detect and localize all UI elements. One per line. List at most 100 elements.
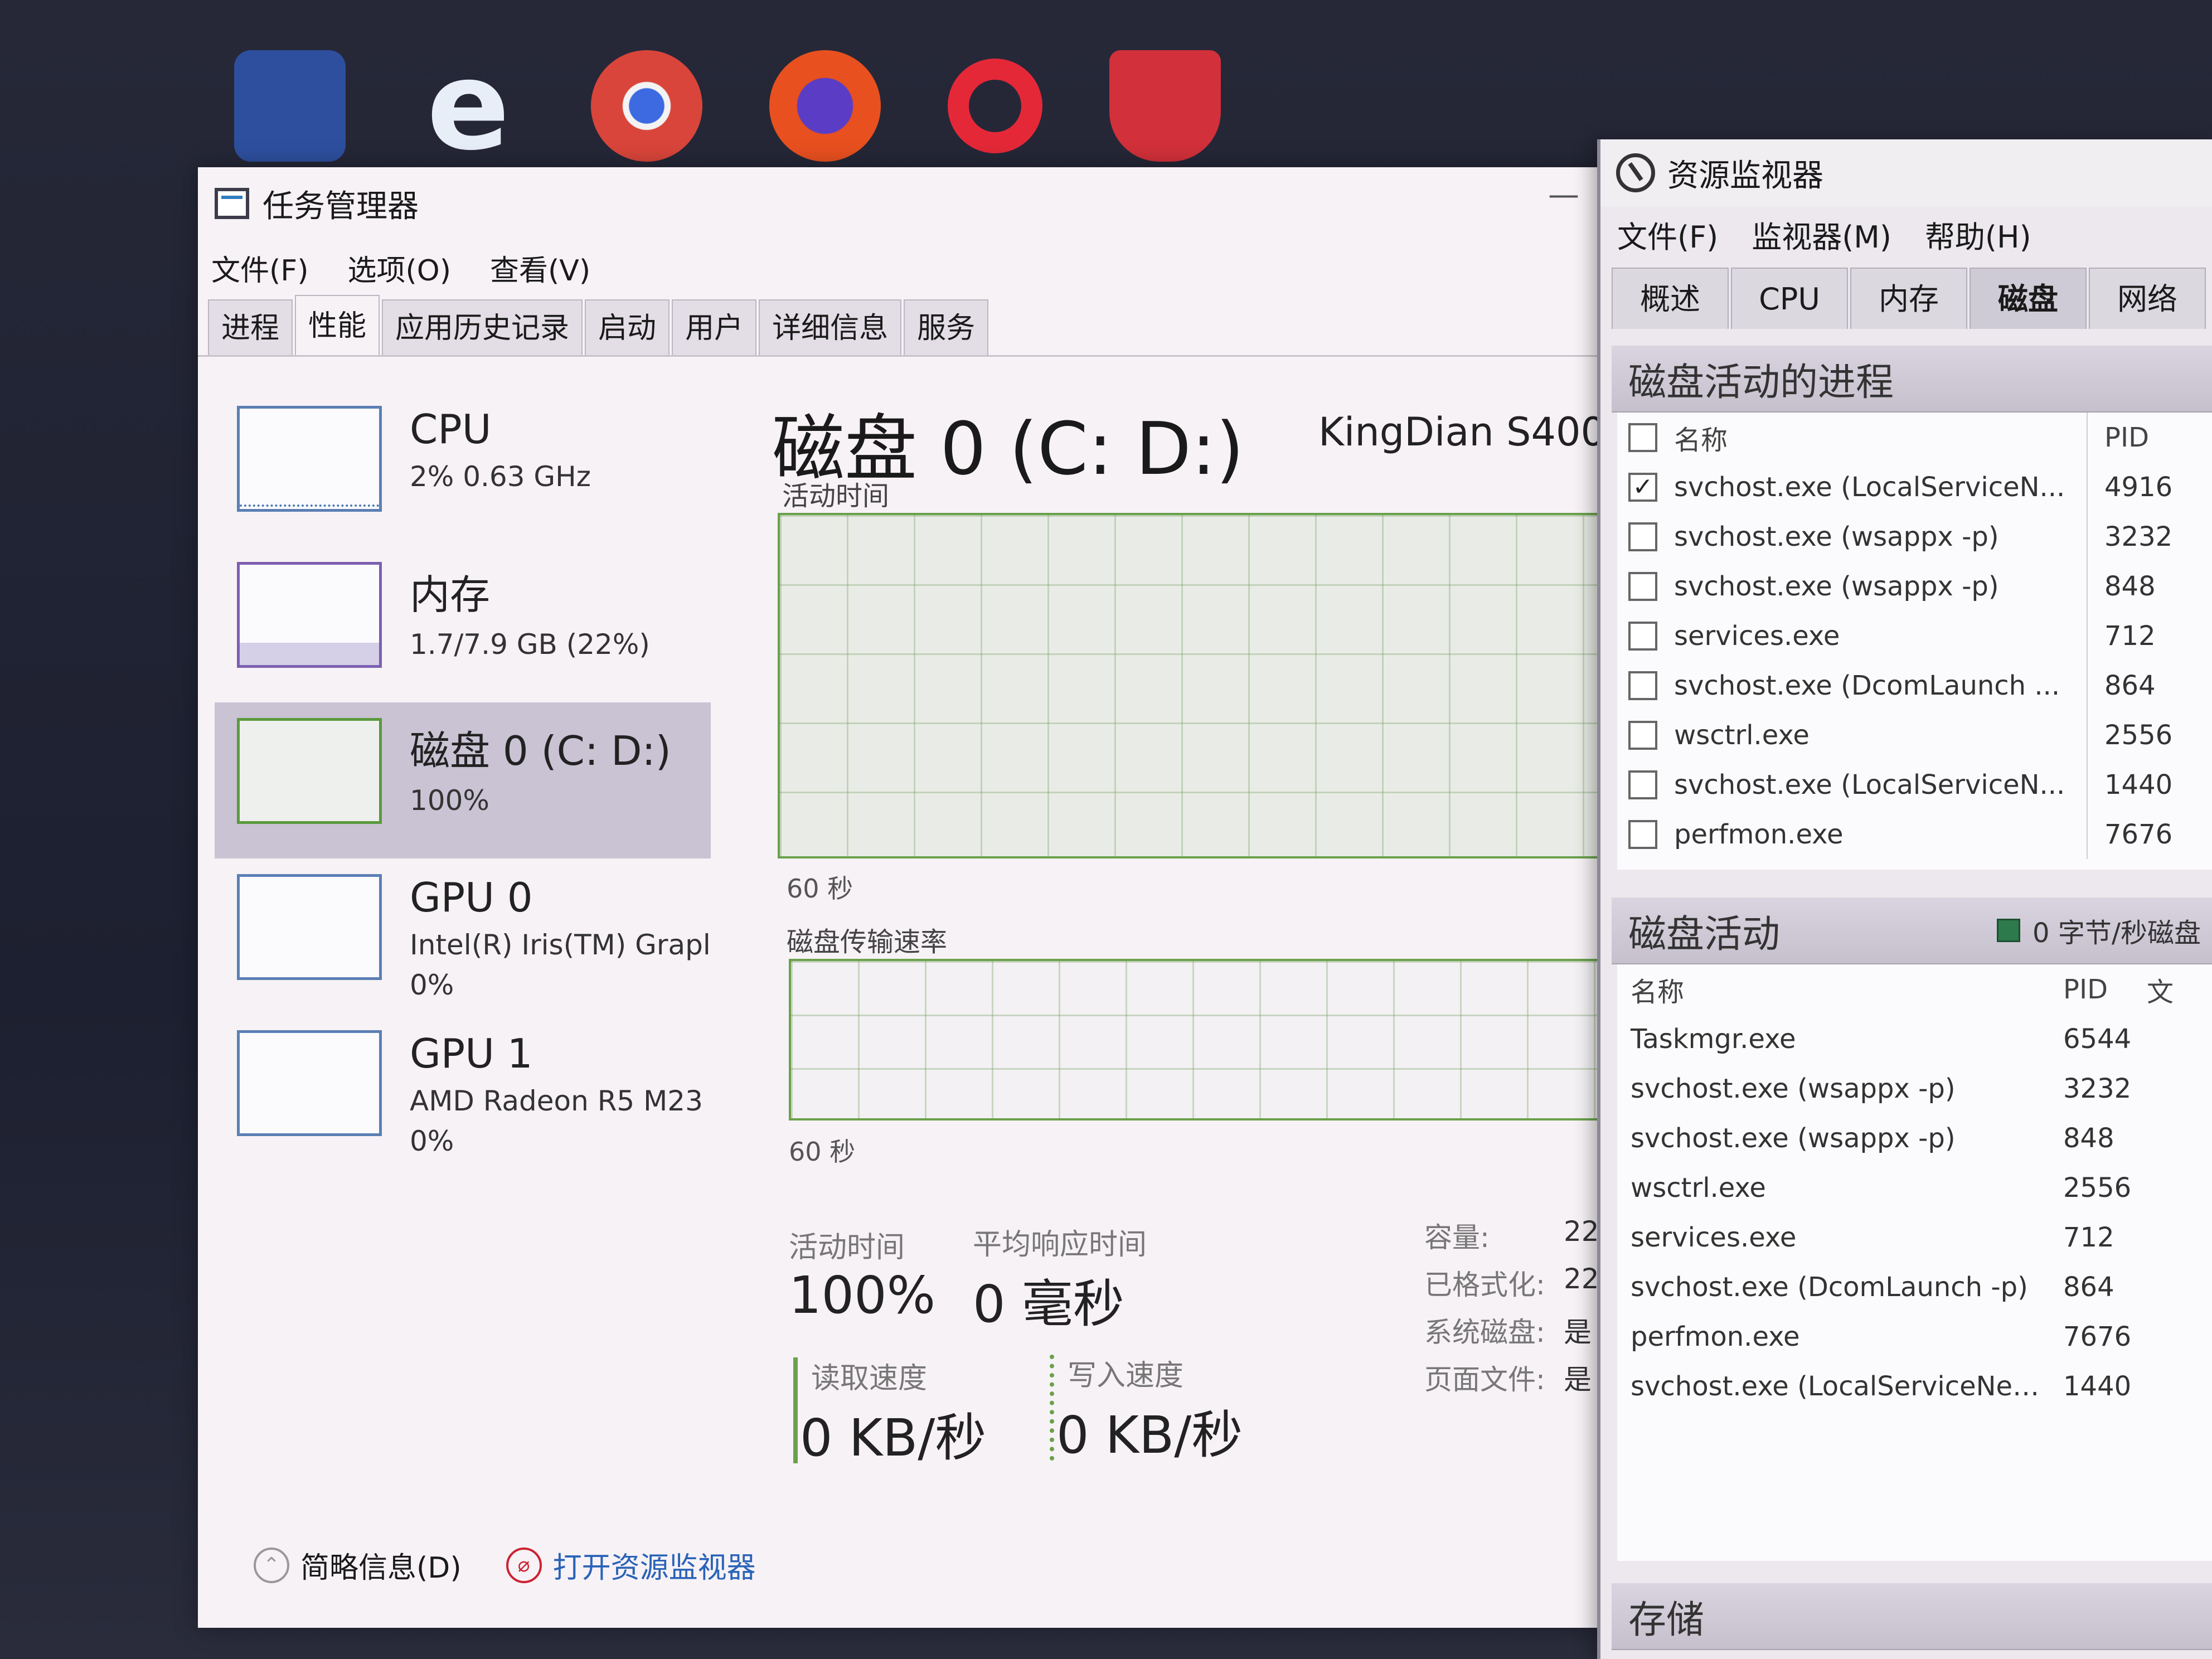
perf-item-cpu[interactable]: CPU 2% 0.63 GHz — [215, 390, 711, 546]
formatted-value: 22 — [1564, 1263, 1599, 1295]
menu-file[interactable]: 文件(F) — [211, 247, 309, 289]
row-checkbox[interactable] — [1628, 571, 1657, 601]
select-all-checkbox[interactable] — [1628, 423, 1657, 452]
process-pid: 1440 — [2063, 1370, 2132, 1402]
tab-services[interactable]: 服务 — [904, 299, 989, 355]
chevron-up-icon[interactable]: ⌃ — [254, 1547, 289, 1583]
column-header-pid[interactable]: PID — [2087, 413, 2187, 462]
tab-users[interactable]: 用户 — [672, 299, 757, 355]
tab-performance[interactable]: 性能 — [295, 295, 380, 355]
window-title: 资源监视器 — [1667, 157, 1823, 194]
tab-overview[interactable]: 概述 — [1612, 268, 1729, 329]
title-bar[interactable]: 资源监视器 — [1600, 139, 2212, 206]
shield-icon[interactable] — [1109, 50, 1221, 162]
legend-text: 0 字节/秒磁盘 — [2032, 918, 2201, 949]
table-row[interactable]: services.exe 712 — [1617, 611, 2212, 661]
tab-app-history[interactable]: 应用历史记录 — [382, 299, 583, 355]
title-bar[interactable]: 任务管理器 — — [198, 167, 1603, 240]
column-header-name[interactable]: 名称 — [1674, 418, 2087, 457]
resource-monitor-icon[interactable]: ⌀ — [506, 1547, 542, 1583]
table-row[interactable]: svchost.exe (wsappx -p) 848 — [1617, 1113, 2212, 1163]
table-row[interactable]: perfmon.exe 7676 — [1617, 809, 2212, 859]
row-checkbox[interactable] — [1628, 770, 1657, 799]
tab-network[interactable]: 网络 — [2089, 268, 2206, 329]
table-row[interactable]: Taskmgr.exe 6544 — [1617, 1014, 2212, 1064]
process-name: svchost.exe (wsappx -p) — [1674, 521, 1999, 552]
menu-file[interactable]: 文件(F) — [1617, 212, 1718, 256]
menu-options[interactable]: 选项(O) — [348, 247, 452, 289]
process-name: Taskmgr.exe — [1631, 1023, 1796, 1055]
gpu1-thumbnail-graph — [237, 1030, 382, 1136]
row-checkbox[interactable] — [1628, 720, 1657, 750]
table-row[interactable]: wsctrl.exe 2556 — [1617, 710, 2212, 760]
process-name: svchost.exe (wsappx -p) — [1631, 1073, 1956, 1104]
table-row[interactable]: svchost.exe (DcomLaunch ... 864 — [1617, 661, 2212, 710]
resource-monitor-window: 资源监视器 文件(F) 监视器(M) 帮助(H) 概述 CPU 内存 磁盘 网络… — [1597, 139, 2212, 1659]
tab-startup[interactable]: 启动 — [585, 299, 670, 355]
row-checkbox[interactable]: ✓ — [1628, 472, 1657, 502]
row-checkbox[interactable] — [1628, 621, 1657, 651]
process-pid: 712 — [2063, 1221, 2114, 1253]
process-name: svchost.exe (wsappx -p) — [1631, 1122, 1956, 1154]
row-checkbox[interactable] — [1628, 671, 1657, 700]
storage-section-header[interactable]: 存储 — [1612, 1583, 2212, 1650]
disk-activity-table: 名称 PID 文 Taskmgr.exe 6544 svchost.exe (ws… — [1617, 964, 2212, 1561]
menu-help[interactable]: 帮助(H) — [1925, 212, 2031, 256]
tab-cpu[interactable]: CPU — [1731, 268, 1848, 329]
menu-monitor[interactable]: 监视器(M) — [1752, 212, 1891, 256]
processes-section-header[interactable]: 磁盘活动的进程 — [1612, 346, 2212, 413]
column-header-pid[interactable]: PID — [2046, 964, 2147, 1014]
edge-icon[interactable]: e — [413, 35, 524, 177]
table-row[interactable]: ✓ svchost.exe (LocalServiceN... 4916 — [1617, 462, 2212, 512]
opera-icon[interactable] — [948, 59, 1042, 153]
table-row[interactable]: svchost.exe (LocalServiceN... 1440 — [1617, 760, 2212, 809]
open-resource-monitor-link[interactable]: 打开资源监视器 — [553, 1544, 756, 1586]
legend-swatch — [1997, 919, 2021, 942]
row-checkbox[interactable] — [1628, 819, 1657, 849]
process-pid: 4916 — [2087, 462, 2187, 512]
perf-item-title: GPU 1 — [410, 1030, 533, 1077]
perf-item-subtitle: 1.7/7.9 GB (22%) — [410, 628, 650, 661]
capacity-label: 容量: — [1424, 1221, 1490, 1254]
brief-info-link[interactable]: 简略信息(D) — [300, 1544, 462, 1586]
chrome-icon[interactable] — [591, 50, 702, 162]
perf-item-gpu0[interactable]: GPU 0 Intel(R) Iris(TM) Grapl 0% — [215, 858, 711, 1015]
perf-item-memory[interactable]: 内存 1.7/7.9 GB (22%) — [215, 546, 711, 702]
table-row[interactable]: svchost.exe (wsappx -p) 848 — [1617, 561, 2212, 611]
minimize-button[interactable]: — — [1547, 180, 1580, 217]
disk-activity-section-header[interactable]: 磁盘活动 0 字节/秒磁盘 — [1612, 898, 2212, 964]
table-row[interactable]: services.exe 712 — [1617, 1212, 2212, 1262]
page-file-value: 是 — [1564, 1364, 1592, 1396]
transfer-rate-axis-label: 60 秒 — [789, 1137, 856, 1167]
blue-app-icon[interactable] — [234, 50, 346, 162]
table-row[interactable]: wsctrl.exe 2556 — [1617, 1163, 2212, 1212]
perf-item-disk0[interactable]: 磁盘 0 (C: D:) 100% — [215, 702, 711, 858]
table-row[interactable]: perfmon.exe 7676 — [1617, 1312, 2212, 1361]
column-header-name[interactable]: 名称 — [1617, 970, 2046, 1009]
perf-item-usage: 0% — [410, 969, 454, 1001]
capacity-value: 22 — [1564, 1215, 1599, 1248]
process-name: svchost.exe (wsappx -p) — [1674, 570, 1999, 602]
cpu-thumbnail-graph — [237, 406, 382, 512]
tab-disk[interactable]: 磁盘 — [1970, 268, 2087, 329]
table-row[interactable]: svchost.exe (DcomLaunch -p) 864 — [1617, 1262, 2212, 1312]
active-time-graph-label: 活动时间 — [782, 481, 890, 512]
perf-item-gpu1[interactable]: GPU 1 AMD Radeon R5 M23 0% — [215, 1015, 711, 1171]
tab-processes[interactable]: 进程 — [208, 299, 293, 355]
row-checkbox[interactable] — [1628, 522, 1657, 551]
process-name: wsctrl.exe — [1674, 719, 1810, 751]
process-pid: 6544 — [2063, 1023, 2132, 1055]
process-pid: 7676 — [2087, 809, 2187, 859]
tab-details[interactable]: 详细信息 — [759, 299, 902, 355]
column-header-file[interactable]: 文 — [2147, 970, 2174, 1009]
firefox-icon[interactable] — [769, 50, 881, 162]
tab-memory[interactable]: 内存 — [1850, 268, 1967, 329]
table-row[interactable]: svchost.exe (wsappx -p) 3232 — [1617, 512, 2212, 561]
table-row[interactable]: svchost.exe (wsappx -p) 3232 — [1617, 1064, 2212, 1113]
perf-item-title: CPU — [410, 406, 492, 453]
read-speed-label: 读取速度 — [811, 1362, 928, 1395]
table-row[interactable]: svchost.exe (LocalServiceNet... 1440 — [1617, 1361, 2212, 1411]
active-time-graph — [778, 513, 1603, 858]
performance-list: CPU 2% 0.63 GHz 内存 1.7/7.9 GB (22%) 磁盘 0… — [215, 390, 711, 1260]
menu-view[interactable]: 查看(V) — [490, 247, 590, 289]
